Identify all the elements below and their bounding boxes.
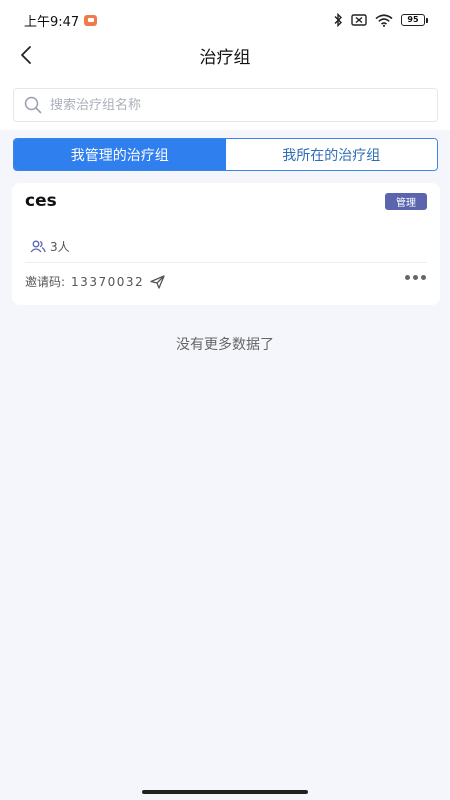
battery-tip <box>426 17 428 23</box>
search-box[interactable] <box>13 88 438 122</box>
bluetooth-icon <box>334 13 342 27</box>
send-icon <box>150 274 165 289</box>
member-count: 3人 <box>30 238 70 255</box>
tab-bar: 我管理的治疗组 我所在的治疗组 <box>13 138 438 171</box>
nav-bar: 治疗组 <box>0 40 450 70</box>
search-input[interactable] <box>50 97 410 113</box>
tab-managed-groups[interactable]: 我管理的治疗组 <box>14 139 226 170</box>
wifi-icon <box>375 13 393 27</box>
battery-icon: 95 <box>401 14 428 26</box>
invite-label: 邀请码: <box>25 275 66 289</box>
more-options-button[interactable] <box>405 275 426 280</box>
more-dot <box>421 275 426 280</box>
manage-badge: 管理 <box>385 193 427 210</box>
group-name: ces <box>25 191 57 211</box>
no-sim-icon <box>351 14 367 26</box>
status-time: 上午9:47 <box>24 14 80 30</box>
member-count-text: 3人 <box>50 240 70 254</box>
card-divider <box>25 262 427 263</box>
tab-joined-groups[interactable]: 我所在的治疗组 <box>225 139 437 170</box>
send-invite-button[interactable] <box>150 274 165 289</box>
screen-record-icon <box>84 14 98 26</box>
status-left: 上午9:47 <box>24 11 98 30</box>
status-bar: 上午9:47 95 <box>0 0 450 40</box>
list-end-text: 没有更多数据了 <box>176 337 274 353</box>
invite-code: 13370032 <box>71 274 145 289</box>
search-icon <box>24 96 42 114</box>
more-dot <box>413 275 418 280</box>
search-area <box>0 70 450 130</box>
invite-row: 邀请码: 13370032 <box>25 273 165 290</box>
people-icon <box>30 240 46 253</box>
more-dot <box>405 275 410 280</box>
home-indicator[interactable] <box>142 790 308 794</box>
battery-level: 95 <box>401 14 425 26</box>
page-title: 治疗组 <box>199 48 251 68</box>
status-right: 95 <box>333 13 428 27</box>
group-card[interactable]: ces 管理 3人 邀请码: 13370032 <box>12 183 440 305</box>
